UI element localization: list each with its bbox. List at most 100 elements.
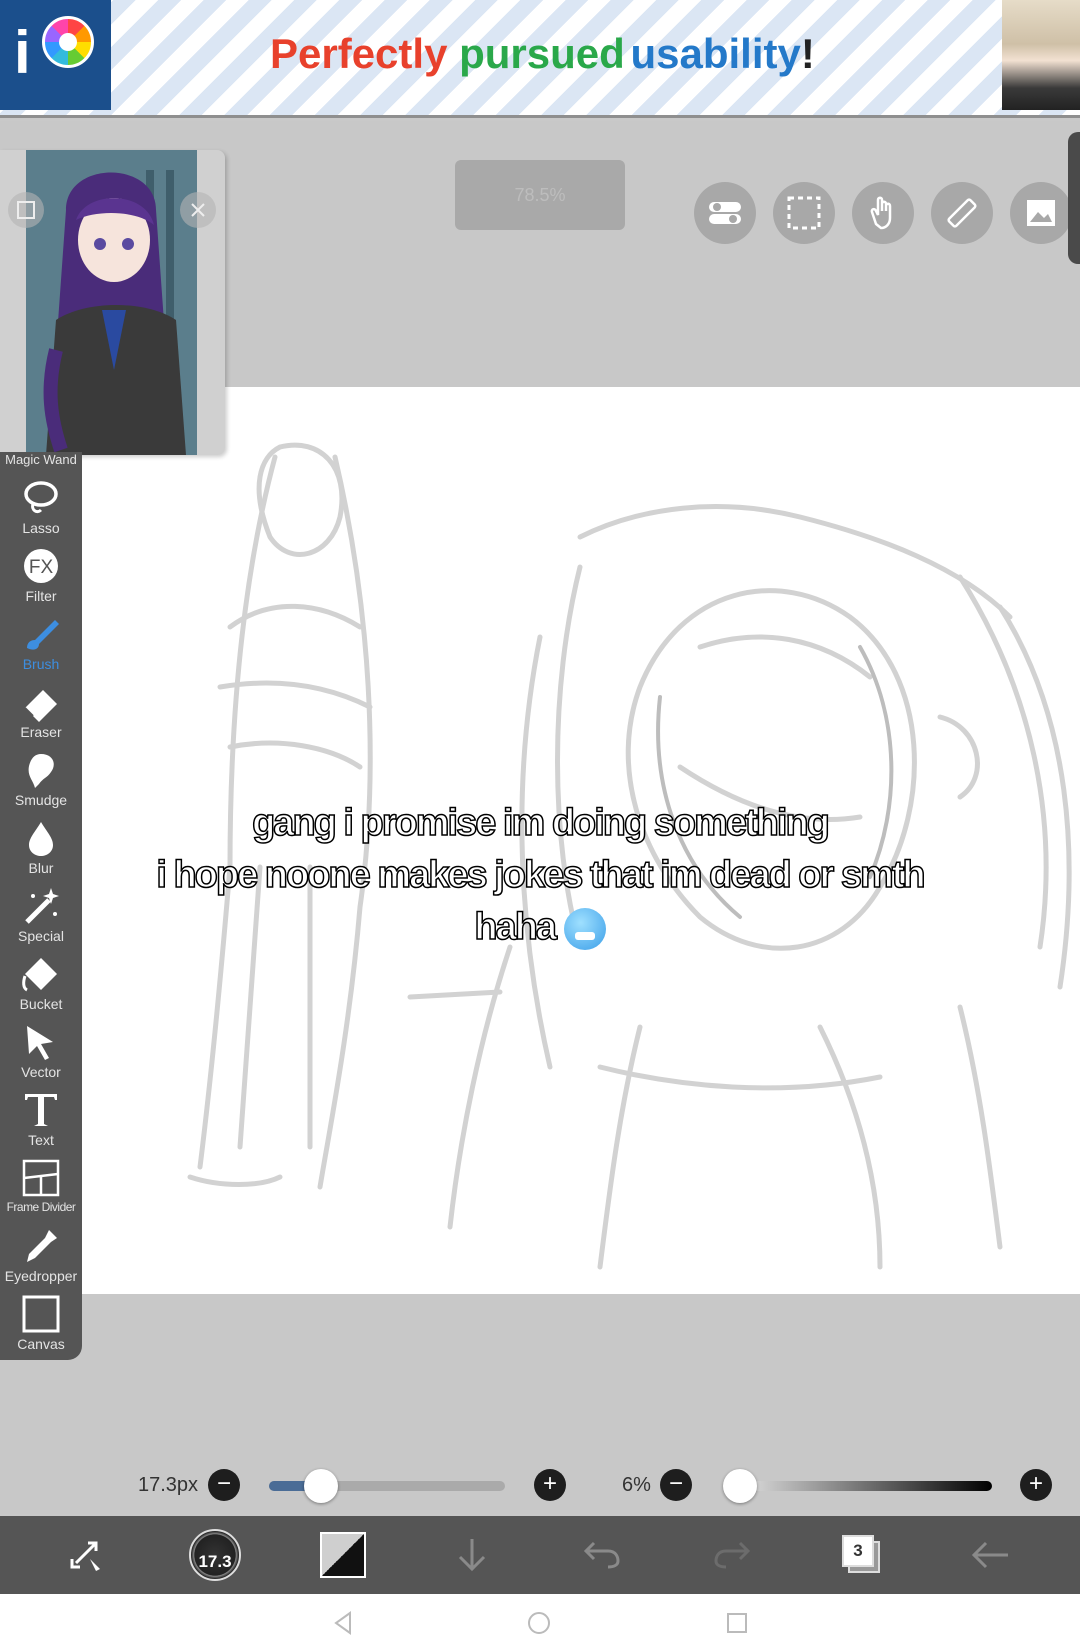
redo-button[interactable] xyxy=(708,1516,756,1594)
tool-frame-divider[interactable]: Frame Divider xyxy=(0,1154,82,1222)
ad-word-3: usability xyxy=(630,30,801,77)
caption-line-3-text: haha xyxy=(474,905,558,949)
caption-line-2: i hope noone makes jokes that im dead or… xyxy=(156,853,927,897)
selection-button[interactable] xyxy=(773,182,835,244)
caption-line-3: haha xyxy=(0,905,1080,950)
layers-icon: 3 xyxy=(842,1535,882,1575)
download-icon xyxy=(458,1539,486,1572)
tool-magic-wand[interactable]: Magic Wand xyxy=(0,450,82,472)
bottom-toolbar: 17.3 3 xyxy=(0,1516,1080,1594)
system-nav-bar xyxy=(0,1594,1080,1652)
ad-banner[interactable]: i Perfectly pursued usability! xyxy=(0,0,1080,118)
transform-button[interactable] xyxy=(60,1516,116,1594)
opacity-decrease-button[interactable]: − xyxy=(660,1469,692,1501)
text-icon xyxy=(25,1094,57,1126)
tool-brush[interactable]: Brush xyxy=(0,610,82,678)
transform-icon xyxy=(70,1541,100,1571)
tool-label: Lasso xyxy=(22,520,60,536)
ad-word-2: pursued xyxy=(459,30,625,77)
opacity-slider-track[interactable] xyxy=(724,1481,992,1491)
color-wheel-icon xyxy=(42,16,94,68)
color-button[interactable] xyxy=(318,1516,368,1594)
caption-line-1: gang i promise im doing something xyxy=(251,801,830,845)
opacity-increase-button[interactable]: + xyxy=(1020,1469,1052,1501)
layer-count: 3 xyxy=(853,1541,863,1560)
tool-text[interactable]: Text xyxy=(0,1086,82,1154)
tool-vector[interactable]: Vector xyxy=(0,1018,82,1086)
size-decrease-button[interactable]: − xyxy=(208,1469,240,1501)
ibispaint-logo: i xyxy=(0,0,111,110)
brush-sliders: 17.3px − + 6% − + xyxy=(0,1456,1080,1516)
logo-letter: i xyxy=(14,19,31,86)
tool-label: Text xyxy=(28,1132,54,1148)
nav-back-button[interactable] xyxy=(328,1608,358,1638)
size-slider-knob[interactable] xyxy=(303,1469,338,1503)
ruler-icon xyxy=(947,198,977,228)
color-swatch-icon xyxy=(320,1532,366,1578)
tool-bucket[interactable]: Bucket xyxy=(0,950,82,1018)
hand-icon xyxy=(870,196,892,230)
svg-text:FX: FX xyxy=(29,557,54,578)
download-button[interactable] xyxy=(448,1516,496,1594)
ad-word-1: Perfectly xyxy=(270,30,448,77)
redo-icon xyxy=(714,1541,751,1569)
sketch-ear xyxy=(937,714,980,800)
size-increase-button[interactable]: + xyxy=(534,1469,566,1501)
nav-home-button[interactable] xyxy=(524,1608,554,1638)
selection-icon xyxy=(787,196,821,230)
reference-close-button[interactable] xyxy=(180,192,216,228)
reference-window[interactable] xyxy=(0,150,225,455)
tool-label: Brush xyxy=(22,656,60,672)
sketch-body-lower xyxy=(447,944,1003,1270)
lasso-icon xyxy=(24,481,58,514)
tool-label: Eyedropper xyxy=(4,1268,78,1284)
tool-eraser[interactable]: Eraser xyxy=(0,678,82,746)
vector-arrow-icon xyxy=(27,1026,53,1060)
reference-mode-button[interactable] xyxy=(8,192,44,228)
toggle-icon xyxy=(709,202,741,224)
cold-face-emoji xyxy=(563,907,606,950)
brush-size-badge: 17.3 xyxy=(198,1552,232,1571)
ad-headline: Perfectly pursued usability! xyxy=(270,30,815,78)
right-panel-handle[interactable] xyxy=(1068,132,1080,264)
tool-canvas[interactable]: Canvas xyxy=(0,1290,82,1358)
ad-character-image xyxy=(1002,0,1080,110)
layers-button[interactable]: 3 xyxy=(838,1516,886,1594)
opacity-slider-knob[interactable] xyxy=(723,1469,758,1503)
tool-label: Canvas xyxy=(17,1336,65,1352)
ruler-button[interactable] xyxy=(931,182,993,244)
nav-back-icon xyxy=(334,1611,351,1635)
tool-lasso[interactable]: Lasso xyxy=(0,474,82,542)
sketch-hair-top xyxy=(577,504,1013,620)
brush-size-button[interactable]: 17.3 xyxy=(186,1516,244,1594)
opacity-label: 6% xyxy=(622,1474,651,1496)
toggle-button[interactable] xyxy=(694,182,756,244)
reference-image xyxy=(26,150,197,455)
tool-label: Magic Wand xyxy=(5,452,77,467)
ad-exclaim: ! xyxy=(800,30,815,77)
canvas-icon xyxy=(22,1295,60,1333)
brush-icon xyxy=(27,620,59,650)
eyedropper-icon xyxy=(27,1230,57,1262)
tool-filter[interactable]: FX Filter xyxy=(0,542,82,610)
image-icon xyxy=(1027,200,1055,226)
hand-button[interactable] xyxy=(852,182,914,244)
tool-label: Frame Divider xyxy=(6,1200,76,1214)
frame-divider-icon xyxy=(22,1159,60,1197)
tool-label: Bucket xyxy=(19,996,63,1012)
reference-frame-icon xyxy=(17,201,35,219)
tool-eyedropper[interactable]: Eyedropper xyxy=(0,1222,82,1290)
image-button[interactable] xyxy=(1010,182,1072,244)
sketch-face-line xyxy=(677,634,873,822)
smudge-icon xyxy=(28,754,54,788)
back-button[interactable] xyxy=(966,1516,1014,1594)
brush-size-label: 17.3px xyxy=(138,1474,199,1496)
eraser-icon xyxy=(24,690,57,722)
undo-icon xyxy=(583,1541,620,1569)
tool-label: Filter xyxy=(25,588,57,604)
fx-icon: FX xyxy=(24,549,58,583)
undo-button[interactable] xyxy=(578,1516,626,1594)
bucket-icon xyxy=(22,958,57,992)
nav-recents-button[interactable] xyxy=(722,1608,752,1638)
zoom-indicator[interactable]: 78.5% xyxy=(455,160,625,230)
